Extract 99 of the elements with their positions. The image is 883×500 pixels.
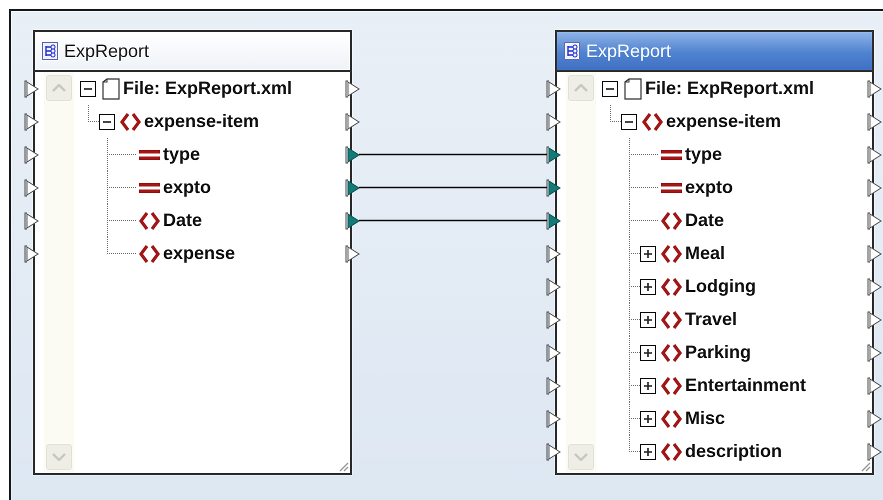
expand-icon[interactable] <box>640 444 656 460</box>
attribute-icon <box>661 180 682 194</box>
element-icon <box>661 310 682 330</box>
expand-icon[interactable] <box>640 246 656 262</box>
tree-node-label[interactable]: expto <box>163 177 212 198</box>
element-icon <box>642 112 663 132</box>
port-icon[interactable] <box>345 244 361 262</box>
expand-icon[interactable] <box>640 410 656 426</box>
port-icon[interactable] <box>867 410 883 428</box>
schema-component[interactable]: ExpReport File: ExpReport.xml expense-item type expto Date Meal Lodging Travel Parking Entertainment Misc description <box>555 30 874 475</box>
port-icon[interactable] <box>867 178 883 196</box>
port-icon[interactable] <box>24 212 40 230</box>
tree-node-label[interactable]: File: ExpReport.xml <box>123 78 292 99</box>
port-icon[interactable] <box>24 244 40 262</box>
mapped-port-icon[interactable] <box>546 146 562 164</box>
resize-grip-icon[interactable] <box>337 460 349 472</box>
port-icon[interactable] <box>867 278 883 296</box>
element-icon <box>661 244 682 264</box>
port-icon[interactable] <box>24 80 40 98</box>
element-icon <box>661 210 682 230</box>
element-icon <box>661 342 682 362</box>
component-title: ExpReport <box>586 40 672 62</box>
port-icon[interactable] <box>546 310 562 328</box>
port-icon[interactable] <box>867 442 883 460</box>
chevron-down-icon <box>52 453 66 461</box>
tree-node-label[interactable]: type <box>163 144 200 165</box>
component-title: ExpReport <box>64 40 150 62</box>
attribute-icon <box>139 148 160 162</box>
port-icon[interactable] <box>546 112 562 130</box>
attribute-icon <box>139 180 160 194</box>
mapped-port-icon[interactable] <box>546 178 562 196</box>
port-icon[interactable] <box>867 146 883 164</box>
tree-node-label[interactable]: Meal <box>685 243 726 264</box>
port-icon[interactable] <box>867 244 883 262</box>
component-icon <box>42 42 58 60</box>
collapse-icon[interactable] <box>99 114 115 130</box>
port-icon[interactable] <box>546 376 562 394</box>
element-icon <box>139 210 160 230</box>
tree-node-label[interactable]: Misc <box>685 408 726 429</box>
port-icon[interactable] <box>546 278 562 296</box>
file-icon <box>624 78 642 100</box>
chevron-up-icon <box>52 84 66 92</box>
port-icon[interactable] <box>24 178 40 196</box>
expand-icon[interactable] <box>640 378 656 394</box>
port-icon[interactable] <box>546 442 562 460</box>
tree-node-label[interactable]: expense-item <box>144 111 260 132</box>
element-icon <box>661 276 682 296</box>
mapped-port-icon[interactable] <box>345 212 361 230</box>
element-icon <box>661 376 682 396</box>
port-icon[interactable] <box>345 80 361 98</box>
chevron-up-icon <box>574 84 588 92</box>
collapse-icon[interactable] <box>80 80 96 96</box>
port-icon[interactable] <box>345 112 361 130</box>
tree-node-label[interactable]: type <box>685 144 722 165</box>
chevron-down-icon <box>574 453 588 461</box>
element-icon <box>661 408 682 428</box>
collapse-icon[interactable] <box>602 80 618 96</box>
tree-node-label[interactable]: expense-item <box>666 111 782 132</box>
port-icon[interactable] <box>867 310 883 328</box>
tree-node-label[interactable]: Travel <box>685 309 738 330</box>
tree-node-label[interactable]: Date <box>163 210 202 231</box>
port-icon[interactable] <box>546 410 562 428</box>
port-icon[interactable] <box>24 112 40 130</box>
component-header[interactable]: ExpReport <box>557 32 872 72</box>
element-icon <box>120 112 141 132</box>
element-icon <box>139 244 160 264</box>
tree-node-label[interactable]: Lodging <box>685 276 756 297</box>
file-icon <box>102 78 120 100</box>
tree-node-label[interactable]: description <box>685 441 782 462</box>
port-icon[interactable] <box>546 80 562 98</box>
mapped-port-icon[interactable] <box>345 146 361 164</box>
component-icon <box>564 42 580 60</box>
port-icon[interactable] <box>867 212 883 230</box>
tree-node-label[interactable]: Date <box>685 210 724 231</box>
connection-line[interactable] <box>359 220 547 222</box>
mapped-port-icon[interactable] <box>546 212 562 230</box>
resize-grip-icon[interactable] <box>859 460 871 472</box>
port-icon[interactable] <box>867 112 883 130</box>
port-icon[interactable] <box>546 244 562 262</box>
tree-node-label[interactable]: Parking <box>685 342 752 363</box>
port-icon[interactable] <box>546 344 562 362</box>
tree-node-label[interactable]: expto <box>685 177 734 198</box>
collapse-icon[interactable] <box>621 114 637 130</box>
tree-node-label[interactable]: expense <box>163 243 236 264</box>
connection-line[interactable] <box>359 154 547 156</box>
tree-node-label[interactable]: Entertainment <box>685 375 806 396</box>
connection-line[interactable] <box>359 186 547 188</box>
mapped-port-icon[interactable] <box>345 178 361 196</box>
expand-icon[interactable] <box>640 344 656 360</box>
port-icon[interactable] <box>867 80 883 98</box>
port-icon[interactable] <box>867 376 883 394</box>
port-icon[interactable] <box>24 146 40 164</box>
expand-icon[interactable] <box>640 278 656 294</box>
element-icon <box>661 442 682 462</box>
schema-component[interactable]: ExpReport File: ExpReport.xml expense-item type expto Date expense <box>33 30 352 475</box>
tree-node-label[interactable]: File: ExpReport.xml <box>645 78 814 99</box>
attribute-icon <box>661 148 682 162</box>
port-icon[interactable] <box>867 344 883 362</box>
expand-icon[interactable] <box>640 312 656 328</box>
